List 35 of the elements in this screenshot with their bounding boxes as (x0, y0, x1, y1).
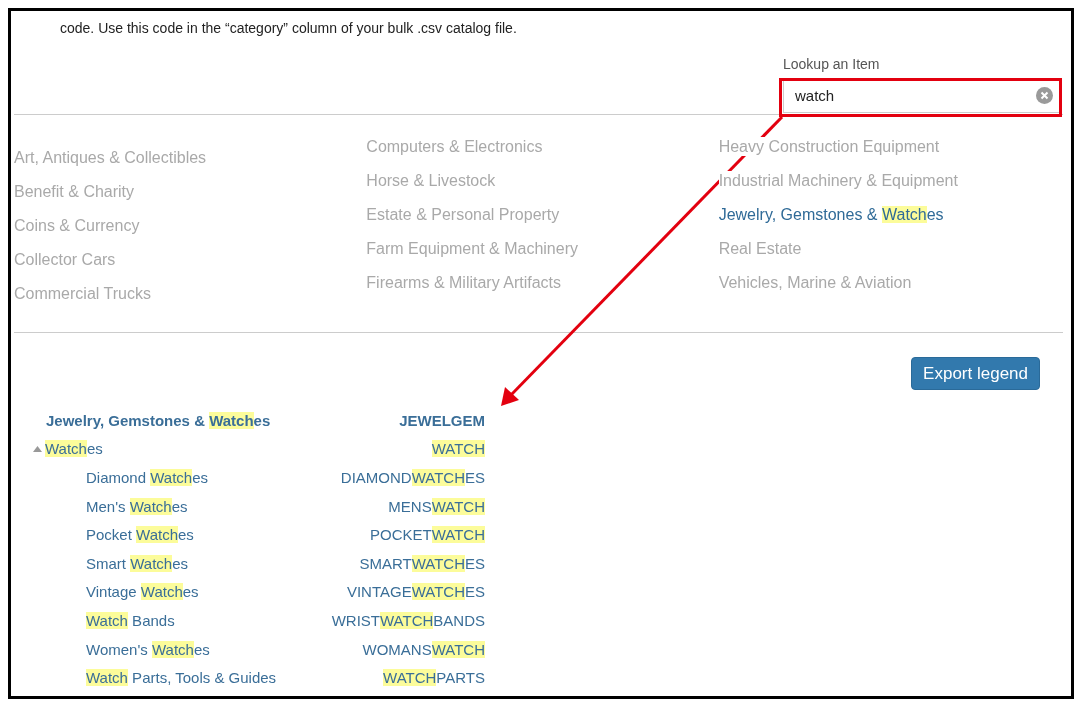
category-code: MENSWATCH (388, 497, 485, 515)
category-code: POCKETWATCH (370, 526, 485, 544)
category-link[interactable]: Estate & Personal Property (366, 205, 560, 224)
category-link[interactable]: Heavy Construction Equipment (718, 137, 940, 156)
category-code: JEWELGEM (399, 411, 485, 429)
category-name[interactable]: Jewelry, Gemstones & Watches (46, 411, 271, 429)
category-name[interactable]: Watch Parts, Tools & Guides (86, 669, 277, 687)
lookup-label: Lookup an Item (783, 56, 880, 72)
category-code: WOMANSWATCH (362, 640, 485, 658)
category-name[interactable]: Watch Bands (86, 611, 175, 629)
category-name[interactable]: Diamond Watches (86, 469, 208, 486)
category-link[interactable]: Computers & Electronics (366, 137, 543, 156)
caret-up-icon[interactable] (33, 445, 42, 452)
category-link[interactable]: Farm Equipment & Machinery (366, 239, 578, 258)
category-code: WRISTWATCHBANDS (331, 611, 485, 629)
category-link[interactable]: Art, Antiques & Collectibles (14, 148, 207, 167)
category-name[interactable]: Pocket Watches (86, 526, 194, 544)
category-link[interactable]: Vehicles, Marine & Aviation (718, 273, 912, 292)
category-code: WATCH (431, 440, 485, 458)
category-link[interactable]: Coins & Currency (14, 216, 140, 235)
category-name[interactable]: Vintage Watches (86, 583, 199, 601)
category-code: VINTAGEWATCHES (346, 583, 485, 601)
category-link[interactable]: Benefit & Charity (14, 182, 135, 201)
category-name[interactable]: Smart Watches (86, 554, 188, 572)
category-code: SMARTWATCHES (359, 554, 485, 572)
category-name[interactable]: Men's Watches (86, 497, 188, 515)
category-code: WATCHPARTS (383, 669, 485, 687)
category-link[interactable]: Jewelry, Gemstones & Watches (718, 205, 944, 224)
category-link[interactable]: Firearms & Military Artifacts (366, 273, 561, 292)
category-link[interactable]: Industrial Machinery & Equipment (718, 171, 958, 190)
export-legend-button[interactable]: Export legend (911, 357, 1040, 390)
clear-icon[interactable] (1036, 87, 1053, 104)
category-code: DIAMONDWATCHES (340, 469, 485, 486)
instruction-text: code. Use this code in the “category” column of your bulk .csv catalog file. (60, 20, 517, 38)
category-name[interactable]: Women's Watches (86, 640, 210, 658)
